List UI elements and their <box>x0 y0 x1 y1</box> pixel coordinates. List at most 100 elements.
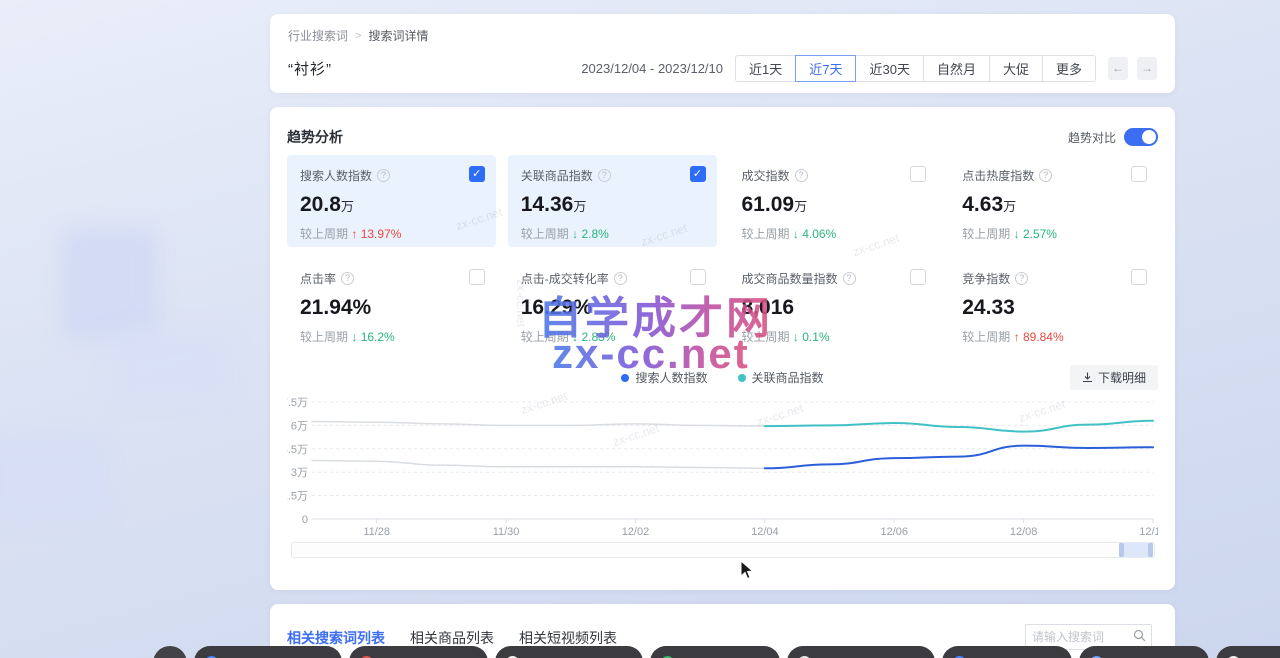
help-icon[interactable]: ? <box>795 169 808 182</box>
svg-text:4.5万: 4.5万 <box>287 444 308 456</box>
date-range-label: 2023/12/04 - 2023/12/10 <box>581 61 723 76</box>
download-detail-button[interactable]: 下载明细 <box>1070 365 1158 390</box>
svg-text:7.5万: 7.5万 <box>287 397 308 409</box>
background-blur-shape <box>110 330 230 400</box>
chart-datazoom-slider[interactable] <box>291 542 1155 558</box>
period-button-近1天[interactable]: 近1天 <box>735 55 796 82</box>
metric-delta: 较上周期 ↑ 89.84% <box>962 328 1145 345</box>
legend-item-搜索人数指数[interactable]: 搜索人数指数 <box>621 369 707 386</box>
legend-item-关联商品指数[interactable]: 关联商品指数 <box>738 369 824 386</box>
metric-checkbox[interactable]: ✓ <box>690 166 706 182</box>
metric-label: 点击率? <box>300 270 483 287</box>
metric-card[interactable]: 成交商品数量指数? 8,016 较上周期 ↓ 0.1% <box>729 258 938 350</box>
metric-label: 搜索人数指数? <box>300 167 483 184</box>
metric-label: 点击-成交转化率? <box>521 270 704 287</box>
metric-checkbox[interactable] <box>690 269 706 285</box>
search-icon[interactable] <box>1127 629 1151 645</box>
datazoom-selection[interactable] <box>1119 543 1153 557</box>
taskbar-item[interactable]: 抖音电商罗盘达人直播大屏 <box>194 646 342 658</box>
metric-card[interactable]: 成交指数?61.09万较上周期 ↓ 4.06% <box>729 155 938 247</box>
prev-period-button[interactable]: ← <box>1108 57 1128 80</box>
help-icon[interactable]: ? <box>341 272 354 285</box>
metric-checkbox[interactable]: ✓ <box>469 166 485 182</box>
svg-text:6万: 6万 <box>291 420 308 432</box>
metric-delta: 较上周期 ↓ 0.1% <box>742 328 925 345</box>
metric-label: 成交商品数量指数? <box>742 270 925 287</box>
help-icon[interactable]: ? <box>1039 169 1052 182</box>
metric-value: 20.8万 <box>300 193 483 217</box>
tab-相关商品列表[interactable]: 相关商品列表 <box>410 628 494 648</box>
metric-delta: 较上周期 ↓ 16.2% <box>300 328 483 345</box>
period-button-更多[interactable]: 更多 <box>1042 55 1096 82</box>
metric-value: 4.63万 <box>962 193 1145 217</box>
taskbar-item[interactable]: 抖音电商罗盘认证登录 <box>942 646 1072 658</box>
svg-text:0: 0 <box>302 514 308 526</box>
search-input[interactable] <box>1026 630 1127 644</box>
metric-value: 61.09万 <box>742 193 925 217</box>
metric-checkbox[interactable] <box>910 166 926 182</box>
taskbar-item[interactable]: 抖音小店后台商家官网入口 <box>787 646 935 658</box>
metric-value: 21.94% <box>300 296 483 320</box>
metric-label: 竞争指数? <box>962 270 1145 287</box>
metric-checkbox[interactable] <box>910 269 926 285</box>
metric-card[interactable]: 搜索人数指数?✓ 20.8万较上周期 ↑ 13.97% <box>287 155 496 247</box>
metric-card[interactable]: 关联商品指数?✓14.36万较上周期 ↓ 2.8% <box>508 155 717 247</box>
chevron-right-icon: > <box>355 30 361 42</box>
metric-card[interactable]: 竞争指数? 24.33 较上周期 ↑ 89.84% <box>949 258 1158 350</box>
metric-delta: 较上周期 ↓ 2.83% <box>521 328 704 345</box>
help-icon[interactable]: ? <box>377 169 390 182</box>
breadcrumb-search-term-detail: 搜索词详情 <box>368 27 428 44</box>
metric-value: 14.36万 <box>521 193 704 217</box>
taskbar: 抖音电商罗盘达人直播大屏抖店入口登录抖音官方网抖音电商罗盘登录入口大全抖音电商罗… <box>153 646 1280 658</box>
help-icon[interactable]: ? <box>598 169 611 182</box>
tab-相关搜索词列表[interactable]: 相关搜索词列表 <box>287 628 385 648</box>
datazoom-left-handle[interactable] <box>1119 543 1124 557</box>
metric-checkbox[interactable] <box>469 269 485 285</box>
datazoom-right-handle[interactable] <box>1148 543 1153 557</box>
legend-dot-icon <box>621 374 629 382</box>
metric-card[interactable]: 点击-成交转化率?16.29%较上周期 ↓ 2.83% <box>508 258 717 350</box>
taskbar-item[interactable]: 抖音电商罗盘达人数据 <box>1079 646 1209 658</box>
period-button-大促[interactable]: 大促 <box>989 55 1043 82</box>
svg-text:12/08: 12/08 <box>1010 526 1038 538</box>
taskbar-item[interactable]: 抖店入口网页版 <box>1216 646 1280 658</box>
period-button-group: 近1天近7天近30天自然月大促更多 <box>735 55 1096 82</box>
metric-card[interactable]: 点击热度指数? 4.63万较上周期 ↓ 2.57% <box>949 155 1158 247</box>
metric-value: 24.33 <box>962 296 1145 320</box>
period-button-近7天[interactable]: 近7天 <box>795 55 856 82</box>
metric-delta: 较上周期 ↓ 2.57% <box>962 225 1145 242</box>
help-icon[interactable]: ? <box>843 272 856 285</box>
svg-text:11/30: 11/30 <box>493 526 520 538</box>
metric-checkbox[interactable] <box>1131 269 1147 285</box>
trend-line-chart[interactable]: 01.5万3万4.5万6万7.5万11/2811/3012/0212/0412/… <box>287 390 1158 542</box>
taskbar-item[interactable]: 抖音电商罗盘达人入口 <box>650 646 780 658</box>
help-icon[interactable]: ? <box>614 272 627 285</box>
period-button-近30天[interactable]: 近30天 <box>855 55 923 82</box>
breadcrumb: 行业搜索词 > 搜索词详情 <box>270 14 1175 44</box>
taskbar-pills: 抖音电商罗盘达人直播大屏抖店入口登录抖音官方网抖音电商罗盘登录入口大全抖音电商罗… <box>194 646 1280 658</box>
download-detail-label: 下载明细 <box>1098 369 1146 386</box>
metric-value: 8,016 <box>742 296 925 320</box>
trend-compare-toggle[interactable] <box>1124 128 1158 146</box>
metric-card[interactable]: 点击率? 21.94% 较上周期 ↓ 16.2% <box>287 258 496 350</box>
svg-text:12/04: 12/04 <box>751 526 779 538</box>
taskbar-item[interactable]: 抖音电商罗盘登录入口大全 <box>495 646 643 658</box>
svg-text:1.5万: 1.5万 <box>287 491 308 503</box>
taskbar-item[interactable]: 抖店入口登录抖音官方网 <box>349 646 488 658</box>
page-title-keyword: “衬衫” <box>288 58 332 79</box>
next-period-button[interactable]: → <box>1137 57 1157 80</box>
background-blur-shape <box>0 438 105 523</box>
help-icon[interactable]: ? <box>1015 272 1028 285</box>
period-button-自然月[interactable]: 自然月 <box>923 55 990 82</box>
breadcrumb-industry-search-terms[interactable]: 行业搜索词 <box>288 27 348 44</box>
metric-checkbox[interactable] <box>1131 166 1147 182</box>
header-panel: 行业搜索词 > 搜索词详情 “衬衫” 2023/12/04 - 2023/12/… <box>270 14 1175 93</box>
taskbar-circle-button[interactable] <box>153 646 187 658</box>
tab-相关短视频列表[interactable]: 相关短视频列表 <box>519 628 617 648</box>
chart-legend: 搜索人数指数 关联商品指数 <box>270 369 1175 386</box>
metric-label: 关联商品指数? <box>521 167 704 184</box>
metric-label: 点击热度指数? <box>962 167 1145 184</box>
metric-cards-grid: 搜索人数指数?✓20.8万较上周期 ↑ 13.97%关联商品指数?✓14.36万… <box>287 155 1158 350</box>
background-blur-shape <box>62 230 157 340</box>
metric-delta: 较上周期 ↑ 13.97% <box>300 225 483 242</box>
